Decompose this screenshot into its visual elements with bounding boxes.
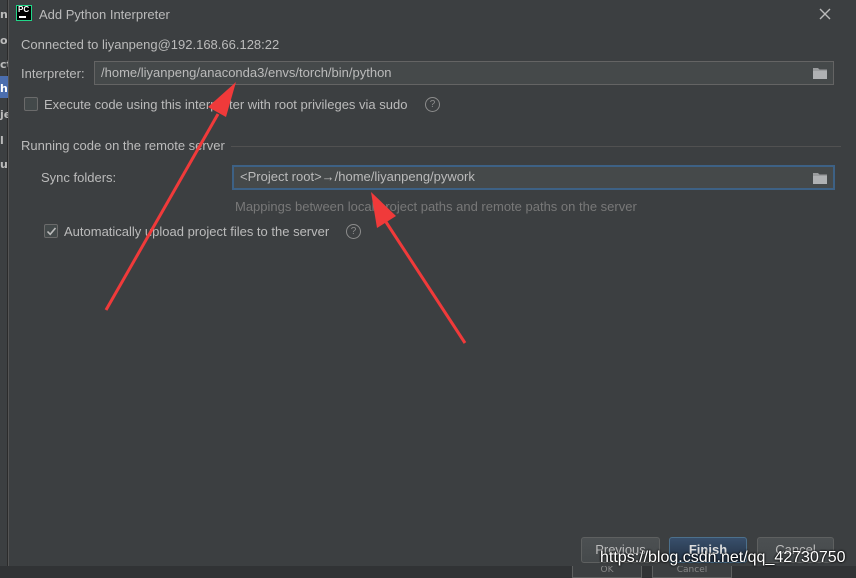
interpreter-label: Interpreter: xyxy=(21,66,85,81)
background-settings-panel: n: o ct h je l ua xyxy=(0,0,15,578)
add-python-interpreter-dialog: PC Add Python Interpreter Connected to l… xyxy=(8,0,856,566)
background-fragment: h xyxy=(0,82,8,95)
sync-folders-field[interactable]: <Project root>→/home/liyanpeng/pywork xyxy=(232,165,835,190)
section-title: Running code on the remote server xyxy=(21,138,225,153)
sudo-checkbox[interactable] xyxy=(24,97,38,111)
auto-upload-label: Automatically upload project files to th… xyxy=(64,224,330,239)
app-icon-text: PC xyxy=(18,5,30,14)
browse-folder-icon[interactable] xyxy=(812,171,828,185)
title-bar: PC Add Python Interpreter xyxy=(9,0,856,28)
section-divider xyxy=(231,146,841,147)
background-fragment: o xyxy=(0,34,8,47)
background-fragment: l xyxy=(0,134,4,147)
dialog-title: Add Python Interpreter xyxy=(39,7,170,22)
help-icon[interactable]: ? xyxy=(425,97,440,112)
background-ok-button: OK xyxy=(572,566,642,578)
pycharm-app-icon: PC xyxy=(16,5,32,21)
browse-folder-icon[interactable] xyxy=(812,66,828,80)
sudo-checkbox-label: Execute code using this interpreter with… xyxy=(44,97,408,112)
interpreter-field[interactable]: /home/liyanpeng/anaconda3/envs/torch/bin… xyxy=(94,61,834,85)
close-icon[interactable] xyxy=(815,4,835,24)
sync-folders-value: <Project root>→/home/liyanpeng/pywork xyxy=(240,169,475,184)
auto-upload-checkbox[interactable] xyxy=(44,224,58,238)
sync-folders-hint: Mappings between local project paths and… xyxy=(235,199,637,214)
interpreter-value: /home/liyanpeng/anaconda3/envs/torch/bin… xyxy=(101,65,392,80)
help-icon[interactable]: ? xyxy=(346,224,361,239)
sync-folders-label: Sync folders: xyxy=(41,170,117,185)
connection-info: Connected to liyanpeng@192.168.66.128:22 xyxy=(21,37,280,52)
background-footer: OK Cancel xyxy=(0,566,856,578)
watermark: https://blog.csdn.net/qq_42730750 xyxy=(600,549,846,566)
background-cancel-button: Cancel xyxy=(652,566,732,578)
